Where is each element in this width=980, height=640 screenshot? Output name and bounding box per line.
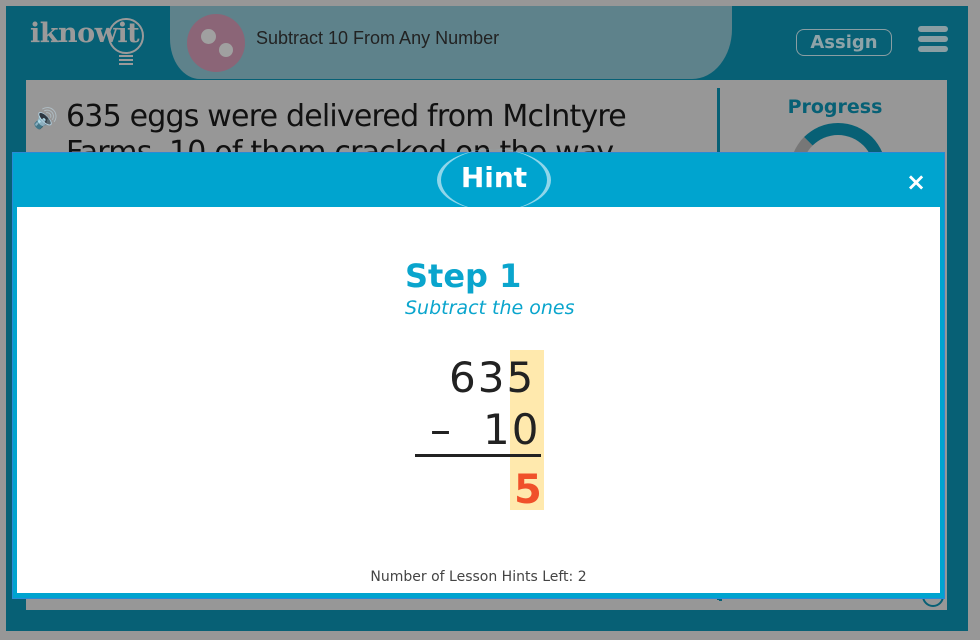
- dot: [219, 43, 233, 57]
- hint-modal-header: Hint ×: [13, 149, 944, 211]
- partial-answer: 5: [514, 467, 542, 513]
- close-icon[interactable]: ×: [901, 167, 931, 197]
- step-title: Step 1: [405, 257, 522, 295]
- minus-sign: –: [430, 405, 451, 454]
- lightbulb-icon: [108, 18, 144, 54]
- hints-left-text: Number of Lesson Hints Left: 2: [370, 569, 587, 585]
- minuend: 635: [449, 353, 536, 402]
- lesson-title: Subtract 10 From Any Number: [256, 28, 500, 48]
- sum-line: [415, 454, 541, 457]
- lesson-category-icon: [187, 14, 245, 72]
- subtrahend: 10: [483, 405, 541, 454]
- speaker-icon[interactable]: 🔊: [33, 106, 61, 130]
- hint-title: Hint: [460, 161, 528, 194]
- hint-modal: Hint × Step 1 Subtract the ones 635 – 10…: [12, 149, 945, 599]
- lightbulb-base-icon: [119, 55, 133, 65]
- hint-modal-body: Step 1 Subtract the ones 635 – 10 5 Numb…: [17, 207, 940, 593]
- step-subtitle: Subtract the ones: [405, 297, 575, 319]
- dot: [201, 29, 216, 44]
- menu-bar: [918, 36, 948, 42]
- menu-bar: [918, 46, 948, 52]
- progress-label: Progress: [787, 96, 883, 118]
- hamburger-menu-icon[interactable]: [918, 26, 948, 54]
- menu-bar: [918, 26, 948, 32]
- hint-title-badge: Hint: [437, 149, 551, 211]
- assign-button[interactable]: Assign: [796, 29, 892, 56]
